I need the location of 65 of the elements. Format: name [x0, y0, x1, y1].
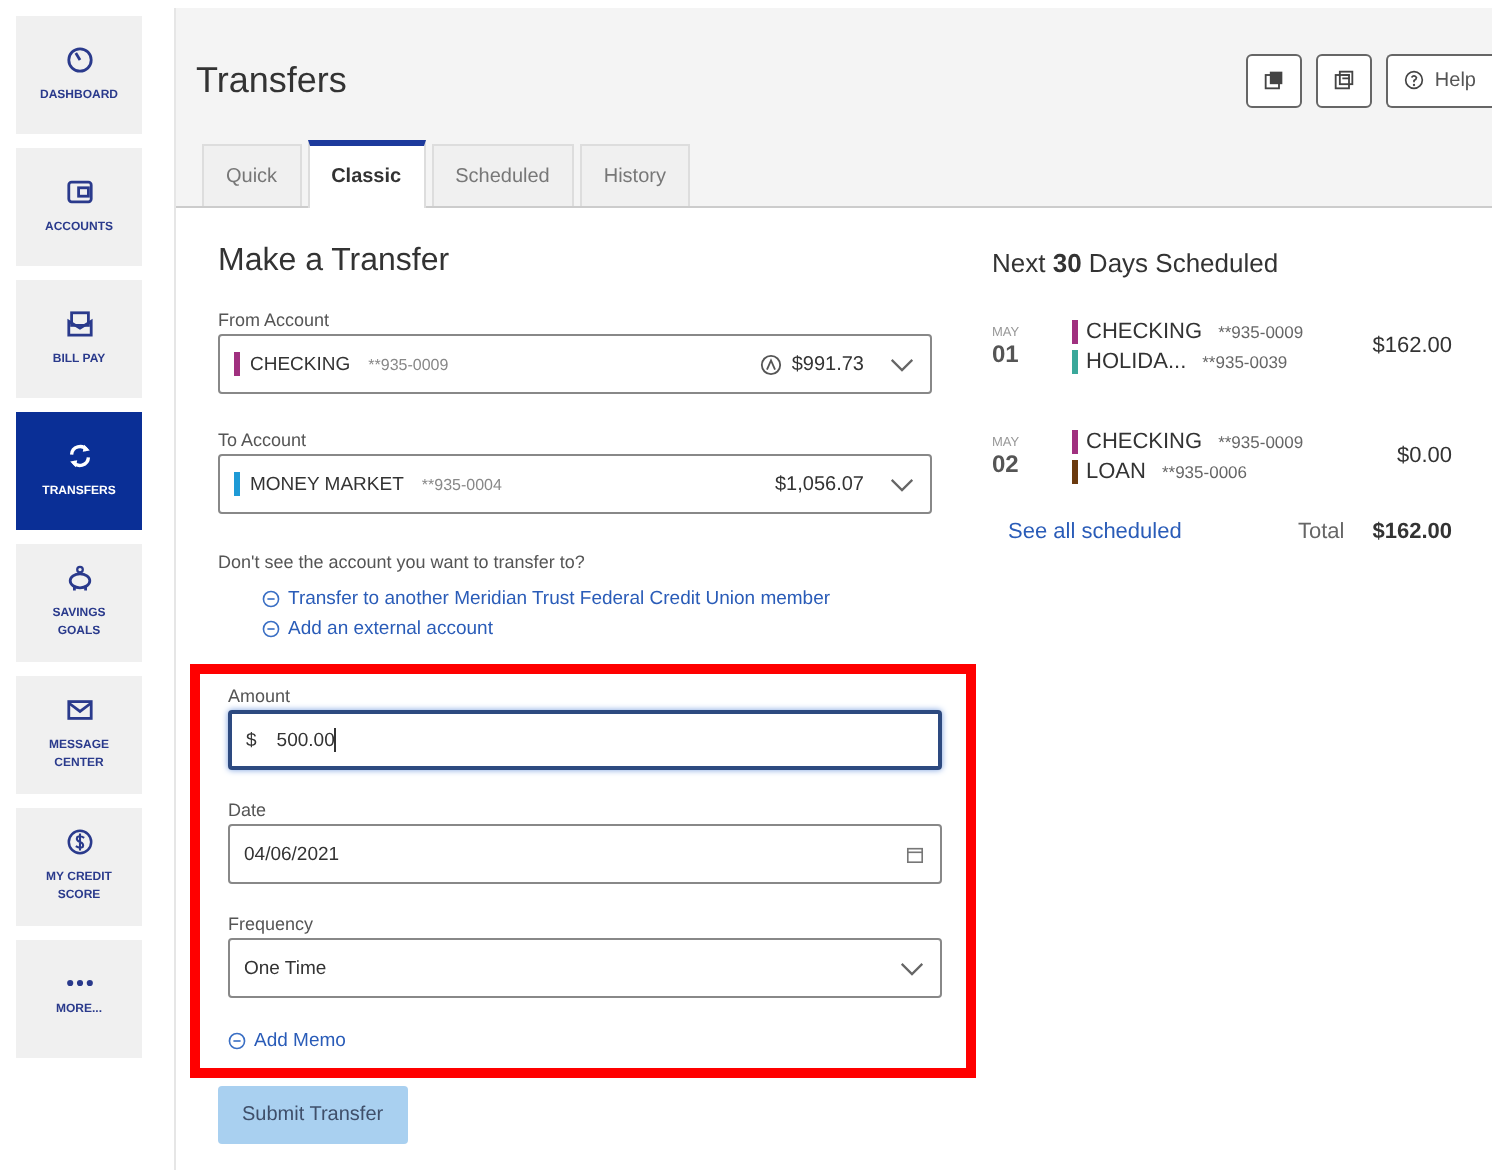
- field-label: Frequency: [228, 914, 316, 934]
- account-number: **935-0009: [368, 355, 449, 373]
- text-cursor: [334, 728, 337, 752]
- scheduled-title: Next 30 Days Scheduled: [992, 248, 1281, 278]
- toolbar-button[interactable]: [1316, 53, 1373, 107]
- tab[interactable]: History: [579, 144, 690, 206]
- amount-field[interactable]: $ 500.00: [228, 710, 942, 770]
- toolbar-button[interactable]: [1246, 53, 1303, 107]
- account-name: MONEY MARKET: [250, 473, 404, 495]
- tab[interactable]: Classic: [307, 140, 426, 208]
- field-label: To Account: [218, 430, 309, 450]
- add-memo-link[interactable]: Add Memo: [254, 1030, 346, 1052]
- tab[interactable]: Scheduled: [431, 144, 574, 206]
- help-button[interactable]: Help: [1386, 53, 1492, 107]
- dollar-icon: [65, 828, 93, 856]
- document-icon: [1334, 70, 1355, 90]
- transfer-amount: $162.00: [1372, 334, 1452, 358]
- date-value: 04/06/2021: [244, 843, 340, 865]
- gauge-icon: [65, 45, 93, 73]
- account-select[interactable]: CHECKING **935-0009 $991.73: [218, 334, 932, 394]
- chevron-down-icon: [890, 477, 914, 491]
- date-day: 02: [992, 449, 1072, 477]
- account-name: CHECKING: [1086, 429, 1203, 453]
- page-title: Transfers: [196, 59, 347, 101]
- mail-icon: [65, 696, 93, 724]
- account-balance: $991.73: [791, 353, 864, 375]
- more-icon: [65, 978, 93, 988]
- account-name: HOLIDA...: [1086, 349, 1187, 373]
- account-number: **935-0009: [1218, 321, 1304, 341]
- link[interactable]: Add an external account: [288, 618, 493, 640]
- transfer-amount: $0.00: [1394, 444, 1452, 468]
- piggy-bank-icon: [65, 564, 93, 592]
- total-amount: $162.00: [1372, 520, 1452, 544]
- account-number: **935-0004: [421, 475, 502, 493]
- help-icon: [1404, 70, 1425, 90]
- copy-icon: [1264, 70, 1285, 90]
- form-title: Make a Transfer: [218, 244, 452, 280]
- account-name: CHECKING: [250, 353, 351, 375]
- help-text: Don't see the account you want to transfer to?: [218, 552, 587, 572]
- see-all-link[interactable]: See all scheduled: [1008, 520, 1182, 544]
- tab[interactable]: Quick: [202, 144, 302, 206]
- account-name: LOAN: [1086, 459, 1146, 483]
- refresh-icon: [65, 441, 93, 469]
- account-number: **935-0009: [1218, 431, 1304, 451]
- account-name: CHECKING: [1086, 319, 1203, 343]
- total-label: Total: [1297, 520, 1345, 544]
- date-field[interactable]: 04/06/2021: [228, 824, 942, 884]
- account-number: **935-0006: [1161, 461, 1248, 481]
- field-label: From Account: [218, 310, 332, 330]
- chevron-down-icon: [900, 961, 924, 975]
- field-label: Amount: [228, 686, 293, 706]
- chevron-down-icon: [890, 357, 914, 371]
- currency-symbol: $: [246, 729, 257, 751]
- frequency-value: One Time: [244, 957, 327, 979]
- calendar-icon: [906, 845, 924, 863]
- field-label: Date: [228, 800, 269, 820]
- link[interactable]: Transfer to another Meridian Trust Federal Credit Union member: [288, 588, 831, 610]
- date-day: 01: [992, 339, 1072, 367]
- account-balance: $1,056.07: [775, 473, 864, 495]
- account-number: **935-0039: [1202, 351, 1288, 371]
- wallet-icon: [65, 177, 93, 205]
- amount-value: 500.00: [276, 729, 335, 751]
- frequency-select[interactable]: One Time: [228, 938, 942, 998]
- account-select[interactable]: MONEY MARKET **935-0004 $1,056.07: [218, 454, 932, 514]
- envelope-icon: [65, 309, 93, 337]
